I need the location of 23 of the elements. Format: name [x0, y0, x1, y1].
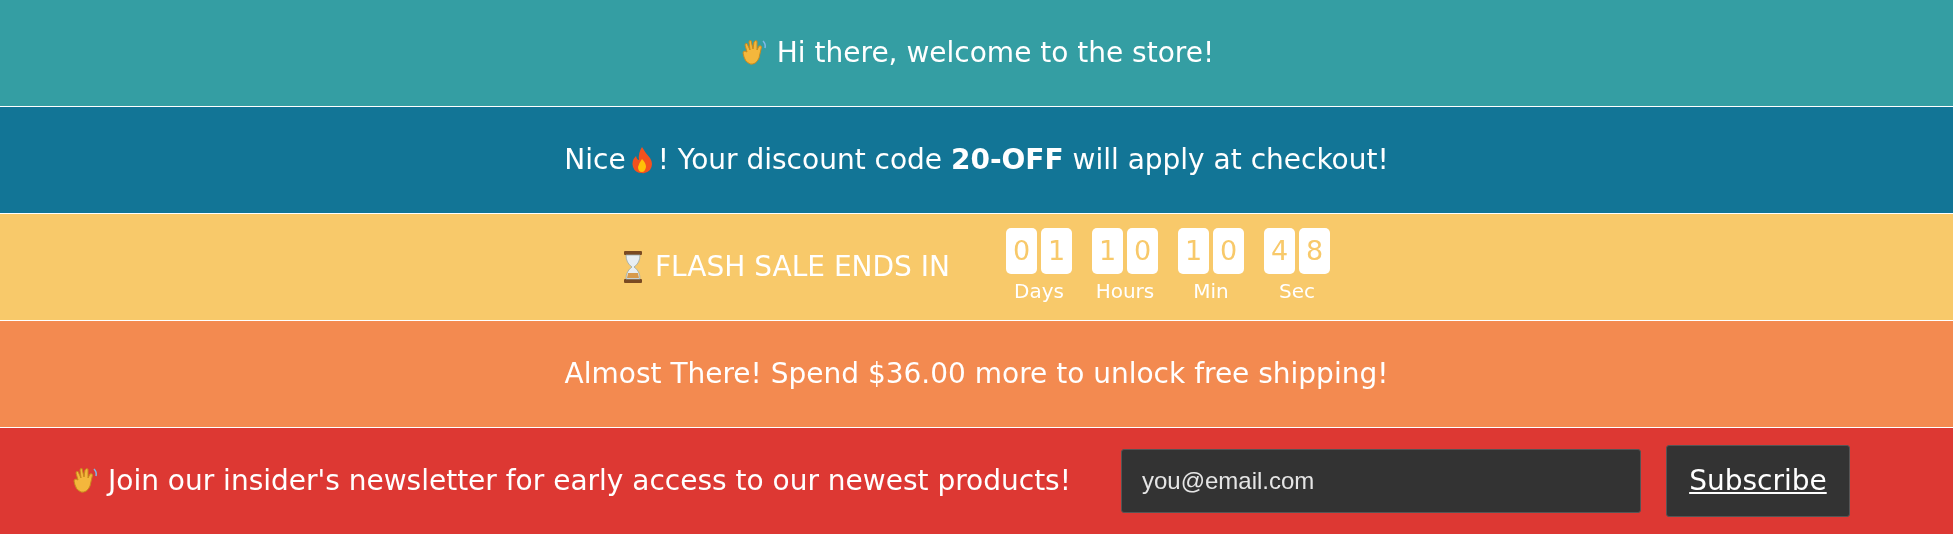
subscribe-button[interactable]: Subscribe [1665, 445, 1850, 517]
countdown-digit: 1 [1040, 228, 1072, 274]
countdown-digit: 4 [1263, 228, 1295, 274]
flame-icon [629, 146, 654, 174]
hourglass-icon [623, 251, 643, 283]
countdown-digit: 1 [1177, 228, 1209, 274]
waving-hand-icon [70, 466, 100, 496]
countdown-unit-label: Days [1014, 278, 1064, 305]
email-field[interactable]: you@email.com [1120, 449, 1641, 513]
discount-message: ! Your discount code 20-OFF will apply at checkout! [657, 142, 1389, 178]
countdown-unit-label: Min [1193, 278, 1229, 305]
countdown-digit: 1 [1091, 228, 1123, 274]
free-shipping-message: Almost There! Spend $36.00 more to unlock free shipping! [564, 356, 1389, 392]
countdown-unit-label: Sec [1278, 278, 1315, 305]
countdown-digit: 0 [1005, 228, 1037, 274]
newsletter-message: Join our insider's newsletter for early access to our newest products! [108, 463, 1071, 499]
flash-sale-label: FLASH SALE ENDS IN [655, 249, 950, 285]
discount-message-start: Nice [564, 142, 626, 178]
countdown-digit: 0 [1126, 228, 1158, 274]
countdown-unit-label: Hours [1095, 278, 1155, 305]
countdown-digit: 8 [1298, 228, 1330, 274]
countdown-digit: 0 [1212, 228, 1244, 274]
welcome-message: Hi there, welcome to the store! [776, 35, 1215, 71]
